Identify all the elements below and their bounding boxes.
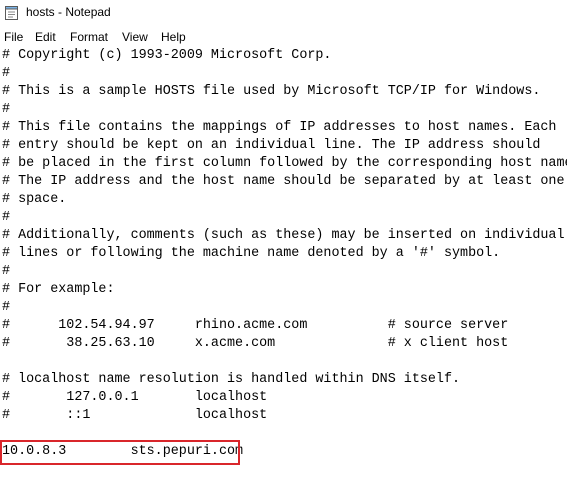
editor-line: # 102.54.94.97 rhino.acme.com # source s… <box>2 318 509 333</box>
editor-line: # Additionally, comments (such as these)… <box>2 228 565 243</box>
menu-help[interactable]: Help <box>161 30 186 44</box>
menu-file[interactable]: File <box>4 30 23 44</box>
editor-line: # lines or following the machine name de… <box>2 246 501 261</box>
editor-line: # entry should be kept on an individual … <box>2 138 541 153</box>
editor-line: # The IP address and the host name shoul… <box>2 174 565 189</box>
editor-line: # For example: <box>2 282 115 297</box>
editor-line: # 127.0.0.1 localhost <box>2 390 268 405</box>
editor-line: # <box>2 264 11 279</box>
menu-bar: File Edit Format View Help <box>0 28 567 47</box>
highlight-box <box>0 440 240 465</box>
editor-line: # <box>2 102 11 117</box>
editor-line: # Copyright (c) 1993-2009 Microsoft Corp… <box>2 48 332 63</box>
title-bar: hosts - Notepad <box>0 0 567 28</box>
menu-edit[interactable]: Edit <box>35 30 56 44</box>
editor-line: # <box>2 66 11 81</box>
editor-line: # be placed in the first column followed… <box>2 156 567 171</box>
menu-format[interactable]: Format <box>70 30 108 44</box>
editor-line: # <box>2 210 11 225</box>
notepad-window: hosts - Notepad File Edit Format View He… <box>0 0 567 482</box>
editor-line: # This is a sample HOSTS file used by Mi… <box>2 84 541 99</box>
editor-line: # 38.25.63.10 x.acme.com # x client host <box>2 336 509 351</box>
editor-line: # <box>2 300 11 315</box>
editor-line: # This file contains the mappings of IP … <box>2 120 557 135</box>
window-title: hosts - Notepad <box>26 5 111 19</box>
editor-line: # space. <box>2 192 67 207</box>
notepad-icon <box>5 6 18 20</box>
editor-line: # ::1 localhost <box>2 408 268 423</box>
text-editor[interactable]: # Copyright (c) 1993-2009 Microsoft Corp… <box>0 47 567 482</box>
editor-line: # localhost name resolution is handled w… <box>2 372 461 387</box>
menu-view[interactable]: View <box>122 30 148 44</box>
